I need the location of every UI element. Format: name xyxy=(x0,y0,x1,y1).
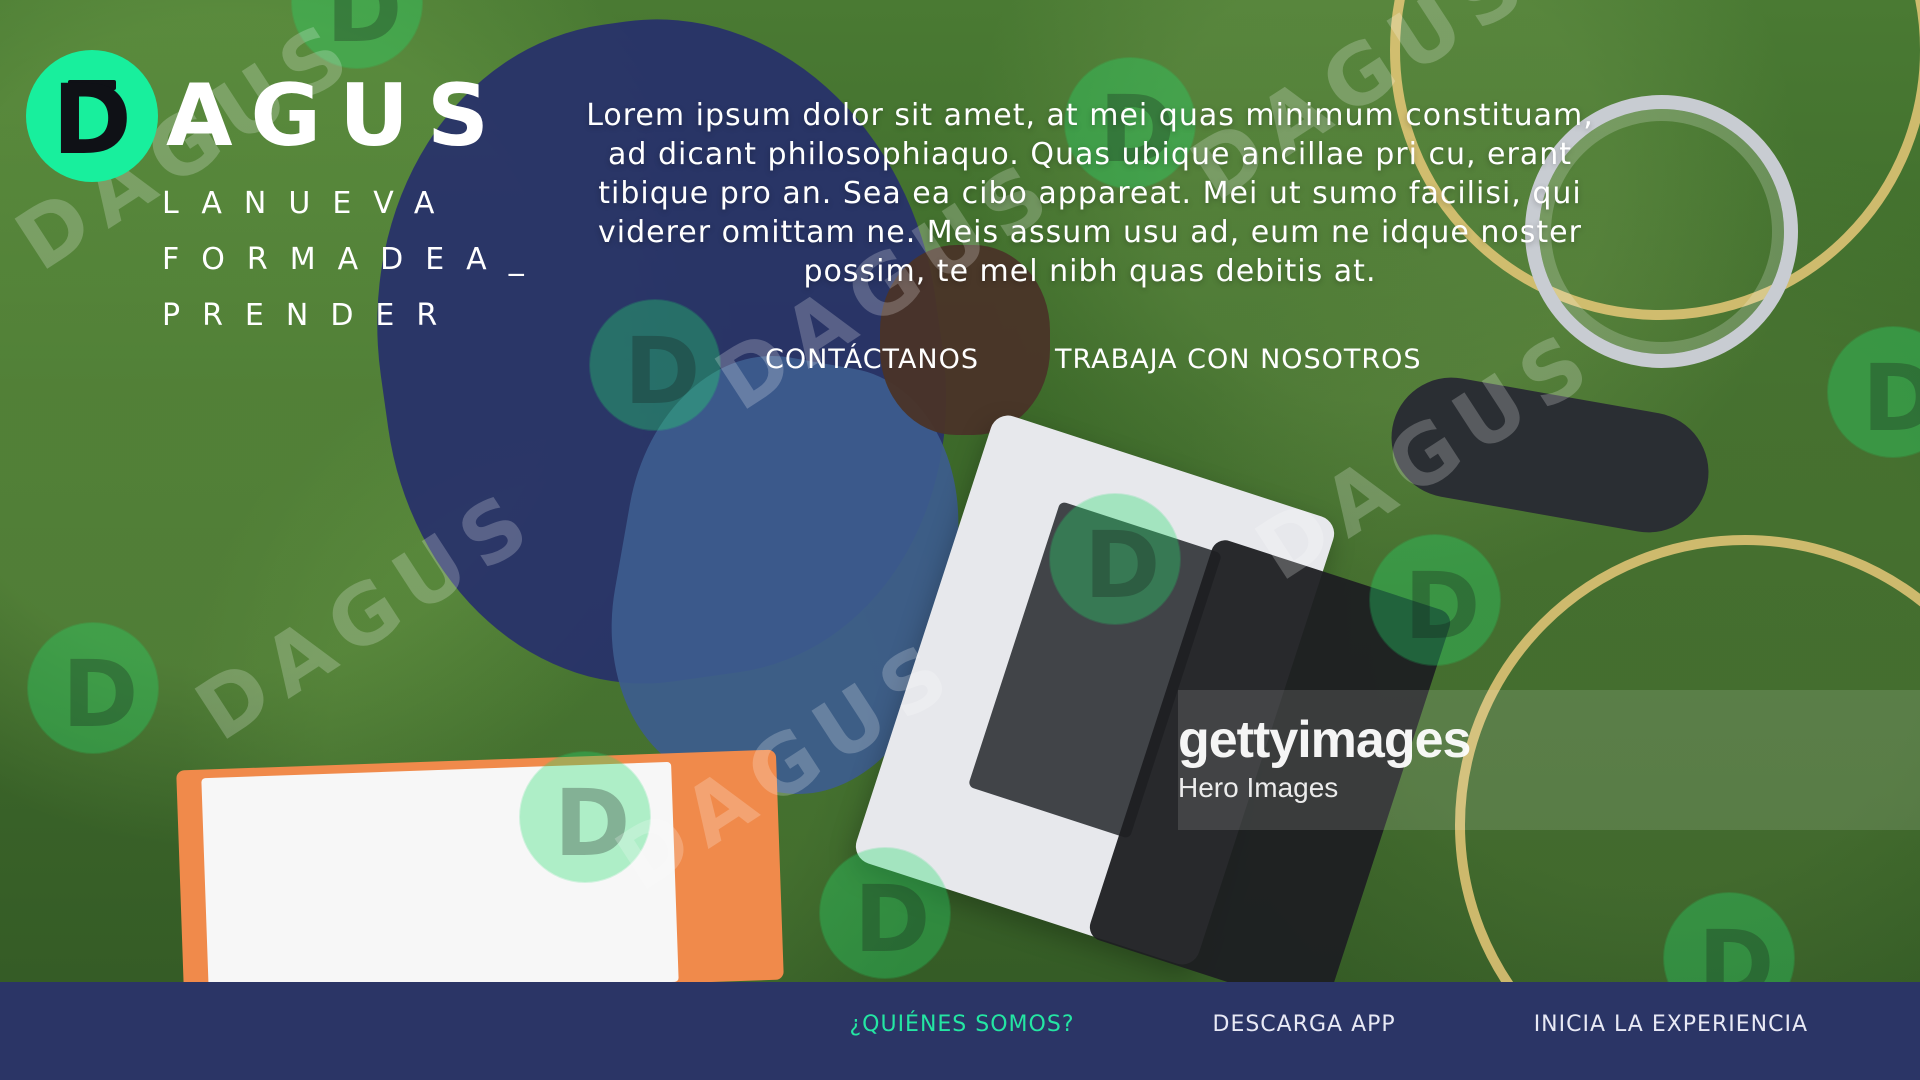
getty-credit: Hero Images xyxy=(1178,772,1339,803)
watermark-badge xyxy=(1050,494,1180,624)
footer-nav: ¿QUIÉNES SOMOS? DESCARGA APP INICIA LA E… xyxy=(849,1012,1808,1037)
getty-brand: gettyimages xyxy=(1178,711,1471,769)
watermark-badge xyxy=(1370,535,1500,665)
footer-link-download[interactable]: DESCARGA APP xyxy=(1213,1012,1396,1037)
tagline-line-1: LANUEVA xyxy=(162,186,457,221)
hero-cta-group: CONTÁCTANOS TRABAJA CON NOSOTROS xyxy=(765,344,1422,375)
footer-link-start[interactable]: INICIA LA EXPERIENCIA xyxy=(1534,1012,1808,1037)
watermark-badge xyxy=(820,848,950,978)
watermark-badge xyxy=(1828,327,1920,457)
brand-tagline: LANUEVA FORMADEA_ PRENDER xyxy=(162,176,546,344)
logo-badge: D xyxy=(26,50,158,182)
contact-link[interactable]: CONTÁCTANOS xyxy=(765,344,979,375)
footer-link-about[interactable]: ¿QUIÉNES SOMOS? xyxy=(849,1012,1074,1037)
brand-logo[interactable]: D AGUS xyxy=(26,50,507,182)
tagline-line-3: PRENDER xyxy=(162,298,460,333)
intro-paragraph: Lorem ipsum dolor sit amet, at mei quas … xyxy=(586,98,1594,289)
work-with-us-link[interactable]: TRABAJA CON NOSOTROS xyxy=(1055,344,1422,375)
watermark-badge xyxy=(590,300,720,430)
getty-watermark: gettyimages Hero Images xyxy=(1178,710,1471,804)
footer-bar: ¿QUIÉNES SOMOS? DESCARGA APP INICIA LA E… xyxy=(0,982,1920,1080)
logo-wordmark: AGUS xyxy=(166,66,507,166)
watermark-badge xyxy=(28,623,158,753)
logo-letter: D xyxy=(52,64,132,176)
tagline-line-2: FORMADEA_ xyxy=(162,242,546,277)
